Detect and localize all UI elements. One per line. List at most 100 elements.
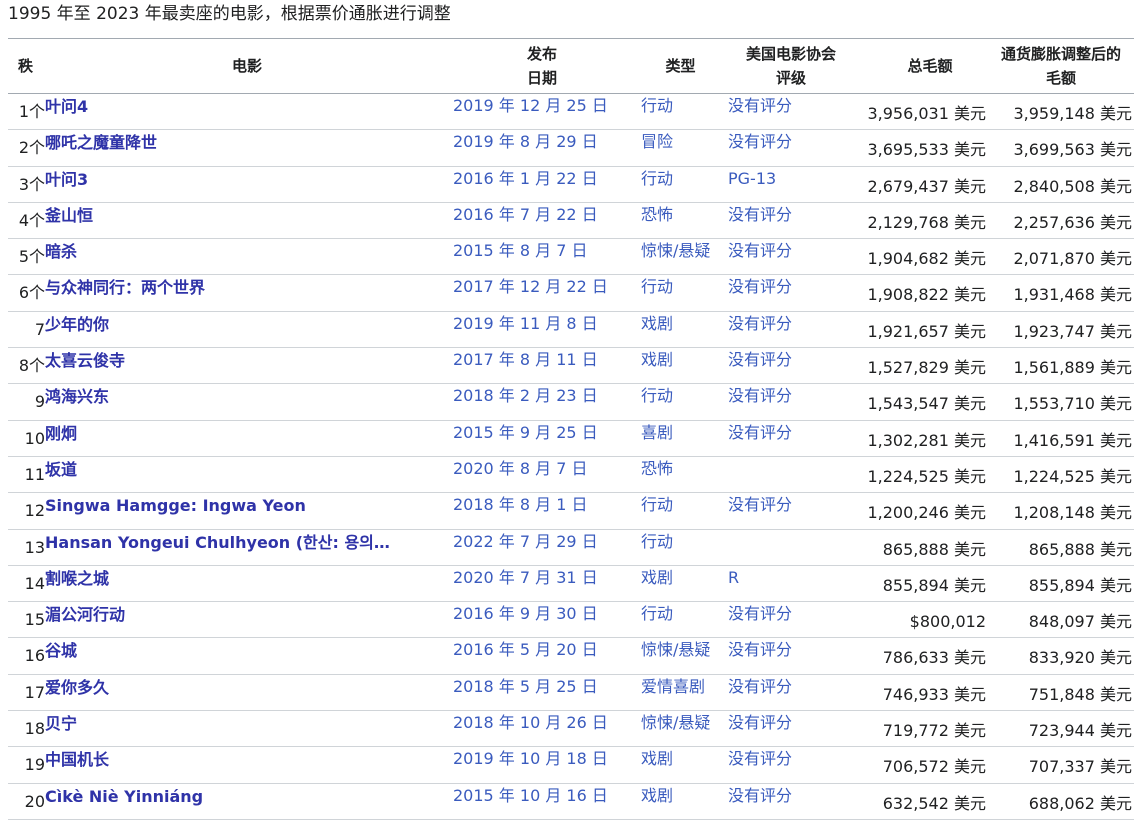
mpaa-rating-link[interactable]: R — [728, 568, 739, 587]
film-title-link[interactable]: Singwa Hamgge: Ingwa Yeon — [45, 496, 306, 515]
mpaa-rating-link[interactable]: 没有评分 — [728, 241, 792, 260]
film-title-link[interactable]: 贝宁 — [45, 714, 77, 733]
mpaa-rating-cell: 没有评分 — [726, 238, 856, 276]
release-date-link[interactable]: 2018 年 2 月 23 日 — [453, 386, 598, 405]
genre-link[interactable]: 行动 — [641, 169, 673, 188]
genre-link[interactable]: 行动 — [641, 386, 673, 405]
mpaa-rating-link[interactable]: 没有评分 — [728, 386, 792, 405]
film-title-link[interactable]: Hansan Yongeui Chulhyeon (한산: 용의… — [45, 533, 390, 552]
release-date-link[interactable]: 2016 年 5 月 20 日 — [453, 640, 598, 659]
genre-link[interactable]: 爱情喜剧 — [641, 677, 705, 696]
mpaa-rating-link[interactable]: PG-13 — [728, 169, 776, 188]
mpaa-rating-link[interactable]: 没有评分 — [728, 205, 792, 224]
film-title-link[interactable]: 爱你多久 — [45, 678, 109, 697]
genre-link[interactable]: 喜剧 — [641, 423, 673, 442]
mpaa-rating-cell: 没有评分 — [726, 637, 856, 675]
column-header-release-date[interactable]: 发布 日期 — [449, 38, 635, 94]
release-date-link[interactable]: 2018 年 5 月 25 日 — [453, 677, 598, 696]
film-title-link[interactable]: 湄公河行动 — [45, 605, 125, 624]
film-title-link[interactable]: 太喜云俊寺 — [45, 351, 125, 370]
genre-link[interactable]: 恐怖 — [641, 459, 673, 478]
mpaa-rating-link[interactable]: 没有评分 — [728, 132, 792, 151]
film-title-link[interactable]: 鸿海兴东 — [45, 387, 109, 406]
adjusted-gross-cell: 688,062 美元 — [988, 783, 1134, 820]
release-date-link[interactable]: 2019 年 8 月 29 日 — [453, 132, 598, 151]
genre-link[interactable]: 行动 — [641, 604, 673, 623]
table-header: 秩 电影 发布 日期 类型 美国电影协会 评级 总毛额 通货膨胀调整后的 毛额 — [8, 38, 1134, 94]
mpaa-rating-link[interactable]: 没有评分 — [728, 640, 792, 659]
genre-link[interactable]: 惊悚/悬疑 — [641, 241, 710, 260]
release-date-link[interactable]: 2020 年 8 月 7 日 — [453, 459, 588, 478]
mpaa-rating-link[interactable]: 没有评分 — [728, 604, 792, 623]
genre-cell: 戏剧 — [635, 311, 726, 349]
film-cell: 坂道 — [45, 456, 449, 494]
release-date-link[interactable]: 2017 年 8 月 11 日 — [453, 350, 598, 369]
mpaa-rating-link[interactable]: 没有评分 — [728, 786, 792, 805]
genre-link[interactable]: 冒险 — [641, 132, 673, 151]
film-title-link[interactable]: 暗杀 — [45, 242, 77, 261]
genre-link[interactable]: 惊悚/悬疑 — [641, 640, 710, 659]
release-date-link[interactable]: 2019 年 12 月 25 日 — [453, 96, 608, 115]
film-title-link[interactable]: 叶问3 — [45, 170, 88, 189]
genre-link[interactable]: 戏剧 — [641, 314, 673, 333]
release-date-link[interactable]: 2016 年 7 月 22 日 — [453, 205, 598, 224]
genre-link[interactable]: 行动 — [641, 532, 673, 551]
mpaa-rating-link[interactable]: 没有评分 — [728, 96, 792, 115]
mpaa-rating-link[interactable]: 没有评分 — [728, 277, 792, 296]
column-header-adjusted-gross[interactable]: 通货膨胀调整后的 毛额 — [988, 38, 1134, 94]
film-title-link[interactable]: 中国机长 — [45, 750, 109, 769]
film-title-link[interactable]: 釜山恒 — [45, 206, 93, 225]
release-date-link[interactable]: 2019 年 11 月 8 日 — [453, 314, 598, 333]
film-title-link[interactable]: 刚炯 — [45, 424, 77, 443]
release-date-link[interactable]: 2016 年 1 月 22 日 — [453, 169, 598, 188]
rank-cell: 2个 — [8, 129, 45, 167]
mpaa-rating-link[interactable]: 没有评分 — [728, 713, 792, 732]
column-header-genre[interactable]: 类型 — [635, 38, 726, 94]
total-gross-cell: 865,888 美元 — [856, 529, 988, 566]
release-date-link[interactable]: 2016 年 9 月 30 日 — [453, 604, 598, 623]
film-title-link[interactable]: 与众神同行：两个世界 — [45, 278, 205, 297]
mpaa-rating-link[interactable]: 没有评分 — [728, 350, 792, 369]
column-header-rank[interactable]: 秩 — [8, 38, 45, 94]
mpaa-rating-cell: 没有评分 — [726, 420, 856, 457]
film-title-link[interactable]: 少年的你 — [45, 315, 109, 334]
release-date-cell: 2018 年 8 月 1 日 — [449, 492, 635, 530]
genre-link[interactable]: 戏剧 — [641, 568, 673, 587]
genre-link[interactable]: 戏剧 — [641, 749, 673, 768]
genre-link[interactable]: 惊悚/悬疑 — [641, 713, 710, 732]
release-date-link[interactable]: 2018 年 8 月 1 日 — [453, 495, 588, 514]
mpaa-rating-cell: 没有评分 — [726, 274, 856, 312]
genre-link[interactable]: 恐怖 — [641, 205, 673, 224]
release-date-link[interactable]: 2022 年 7 月 29 日 — [453, 532, 598, 551]
release-date-link[interactable]: 2015 年 9 月 25 日 — [453, 423, 598, 442]
film-title-link[interactable]: 割喉之城 — [45, 569, 109, 588]
release-date-link[interactable]: 2018 年 10 月 26 日 — [453, 713, 608, 732]
film-title-link[interactable]: 叶问4 — [45, 97, 88, 116]
film-title-link[interactable]: 坂道 — [45, 460, 77, 479]
genre-cell: 冒险 — [635, 129, 726, 167]
genre-link[interactable]: 行动 — [641, 495, 673, 514]
film-title-link[interactable]: 谷城 — [45, 641, 77, 660]
column-header-total-gross[interactable]: 总毛额 — [856, 38, 988, 94]
mpaa-rating-link[interactable]: 没有评分 — [728, 495, 792, 514]
mpaa-rating-link[interactable]: 没有评分 — [728, 314, 792, 333]
mpaa-rating-link[interactable]: 没有评分 — [728, 423, 792, 442]
genre-cell: 戏剧 — [635, 565, 726, 603]
film-title-link[interactable]: Cìkè Niè Yinniáng — [45, 787, 203, 806]
genre-link[interactable]: 行动 — [641, 96, 673, 115]
release-date-link[interactable]: 2017 年 12 月 22 日 — [453, 277, 608, 296]
release-date-link[interactable]: 2020 年 7 月 31 日 — [453, 568, 598, 587]
mpaa-rating-link[interactable]: 没有评分 — [728, 677, 792, 696]
release-date-link[interactable]: 2015 年 8 月 7 日 — [453, 241, 588, 260]
total-gross-cell: 746,933 美元 — [856, 674, 988, 712]
column-header-mpaa-rating[interactable]: 美国电影协会 评级 — [726, 38, 856, 94]
film-cell: 叶问3 — [45, 166, 449, 203]
genre-link[interactable]: 戏剧 — [641, 350, 673, 369]
mpaa-rating-link[interactable]: 没有评分 — [728, 749, 792, 768]
release-date-link[interactable]: 2015 年 10 月 16 日 — [453, 786, 608, 805]
genre-link[interactable]: 行动 — [641, 277, 673, 296]
film-title-link[interactable]: 哪吒之魔童降世 — [45, 133, 157, 152]
release-date-link[interactable]: 2019 年 10 月 18 日 — [453, 749, 608, 768]
genre-link[interactable]: 戏剧 — [641, 786, 673, 805]
column-header-film[interactable]: 电影 — [45, 38, 449, 94]
